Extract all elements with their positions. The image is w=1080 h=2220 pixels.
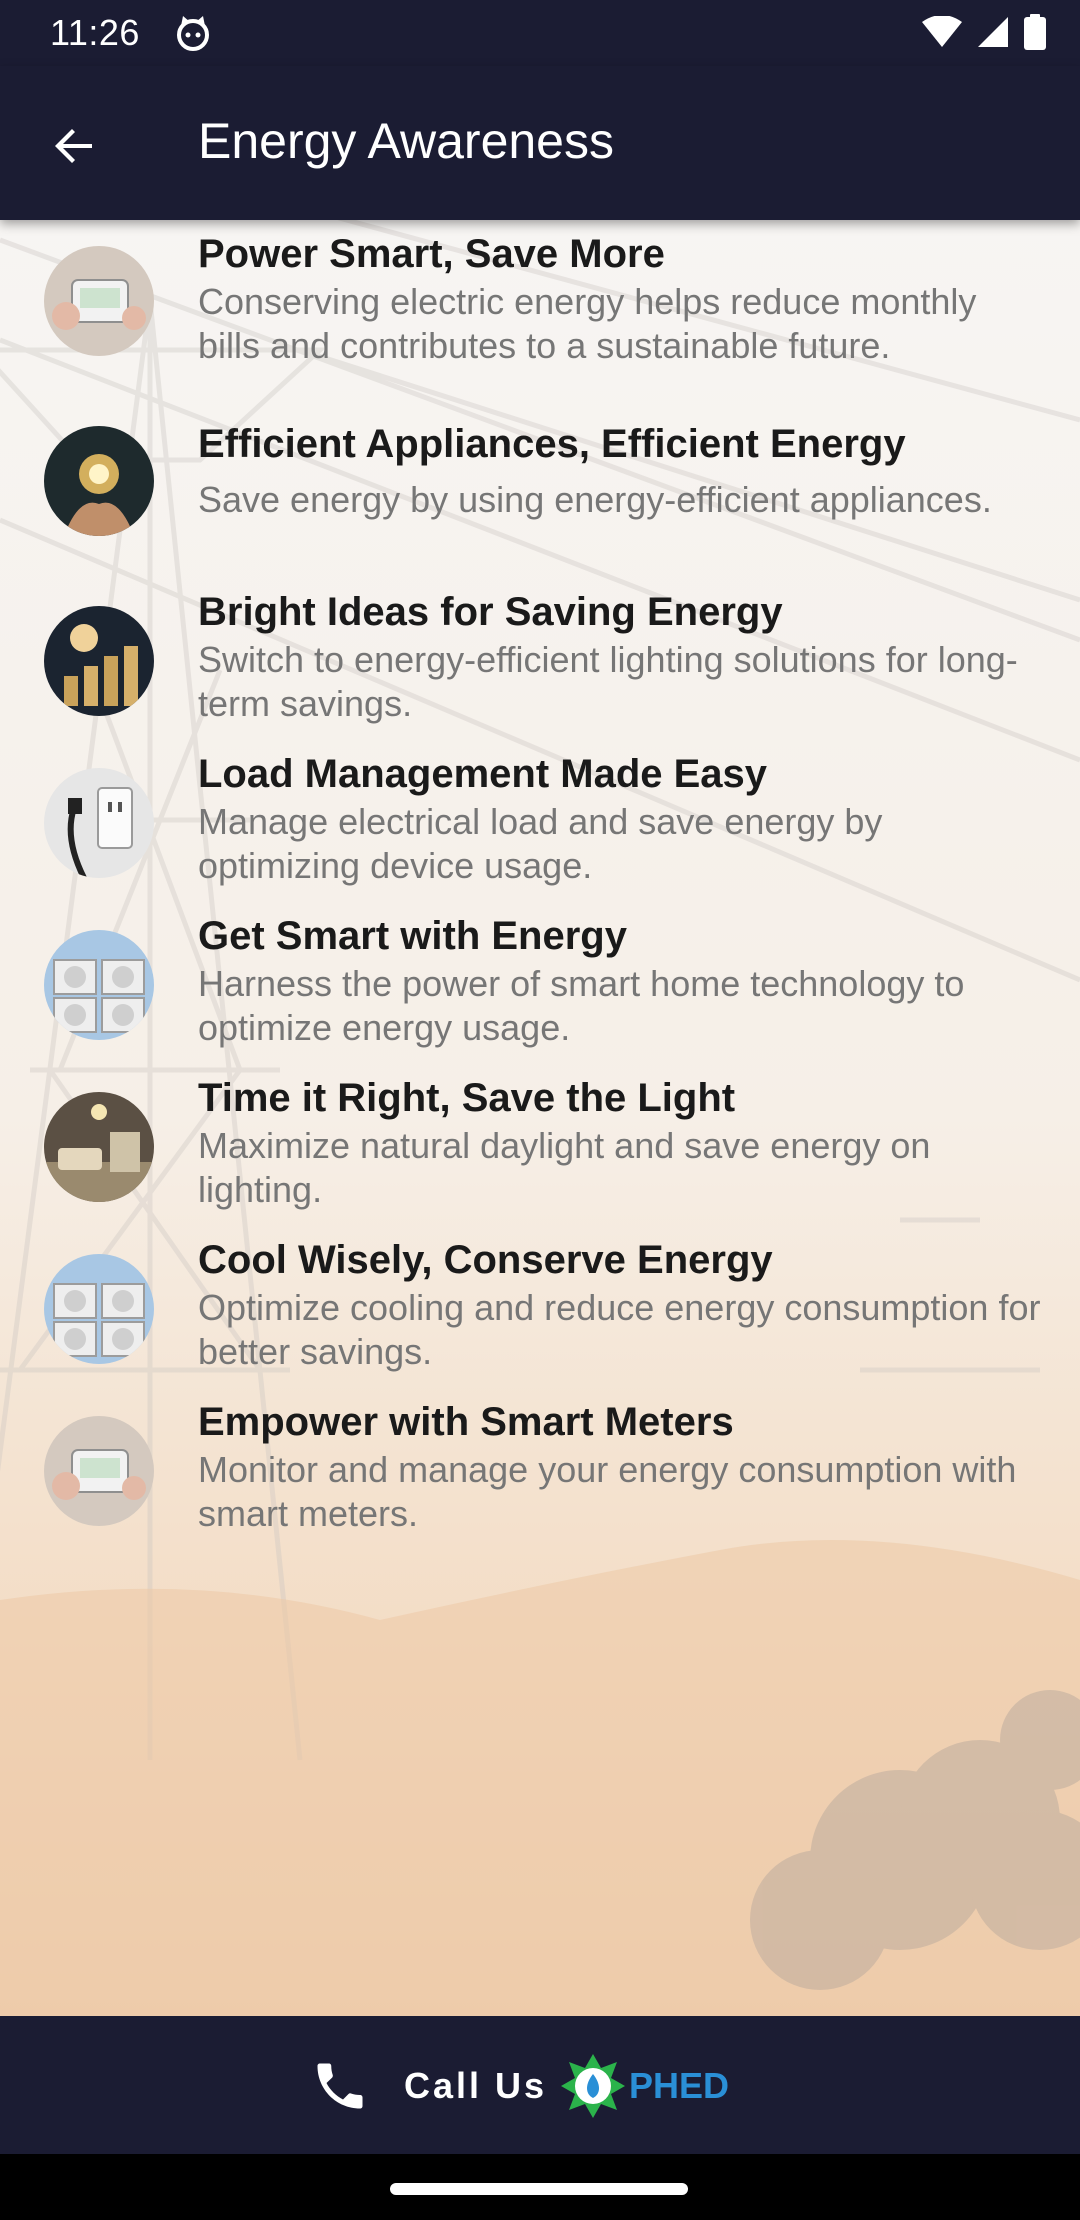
item-description: Conserving electric energy helps reduce …: [198, 281, 977, 366]
wall-outlet-thumbnail: [44, 768, 154, 878]
phed-logo: PHED: [559, 2051, 759, 2121]
glowing-bulb-hands-thumbnail: [44, 426, 154, 536]
item-title: Get Smart with Energy: [198, 914, 627, 958]
home-gesture-handle[interactable]: [390, 2183, 688, 2195]
battery-icon: [1024, 14, 1046, 50]
item-title: Time it Right, Save the Light: [198, 1076, 736, 1120]
item-title: Empower with Smart Meters: [198, 1400, 734, 1444]
smart-thermostat-thumbnail: [44, 246, 154, 356]
system-nav-bar: [0, 2154, 1080, 2220]
item-title: Efficient Appliances, Efficient Energy: [198, 422, 906, 466]
bottom-bar: Call Us PHED: [0, 2016, 1080, 2154]
call-us-label: Call Us: [404, 2065, 548, 2106]
notification-cat-icon: [177, 16, 209, 51]
status-time: 11:26: [50, 12, 140, 53]
app-bar: Energy Awareness: [0, 66, 1080, 220]
cellular-signal-icon: [978, 17, 1008, 47]
phone-icon: [317, 2063, 363, 2109]
content-area[interactable]: Power Smart, Save More Conserving electr…: [0, 220, 1080, 2016]
item-description: Optimize cooling and reduce energy consu…: [198, 1287, 1041, 1372]
smart-thermostat-thumbnail: [44, 1416, 154, 1526]
item-title: Power Smart, Save More: [198, 232, 665, 276]
page-title: Energy Awareness: [198, 113, 614, 169]
status-bar: 11:26: [0, 0, 1080, 66]
item-description: Save energy by using energy-efficient ap…: [198, 479, 992, 520]
item-description: Maximize natural daylight and save energ…: [198, 1125, 931, 1210]
item-description: Harness the power of smart home technolo…: [198, 963, 965, 1048]
item-title: Cool Wisely, Conserve Energy: [198, 1238, 773, 1282]
back-button[interactable]: [38, 110, 110, 182]
arrow-back-icon: [55, 129, 92, 163]
item-description: Switch to energy-efficient lighting solu…: [198, 639, 1018, 724]
item-title: Bright Ideas for Saving Energy: [198, 590, 783, 634]
item-description: Manage electrical load and save energy b…: [198, 801, 883, 886]
item-title: Load Management Made Easy: [198, 752, 768, 796]
ac-units-thumbnail: [44, 1254, 154, 1364]
ac-units-thumbnail: [44, 930, 154, 1040]
logo-text: PHED: [629, 2065, 729, 2106]
living-room-thumbnail: [44, 1092, 154, 1202]
coins-bulb-thumbnail: [44, 606, 154, 716]
call-us-button[interactable]: Call Us PHED: [310, 2044, 759, 2128]
wifi-icon: [922, 16, 962, 47]
item-description: Monitor and manage your energy consumpti…: [198, 1449, 1017, 1534]
